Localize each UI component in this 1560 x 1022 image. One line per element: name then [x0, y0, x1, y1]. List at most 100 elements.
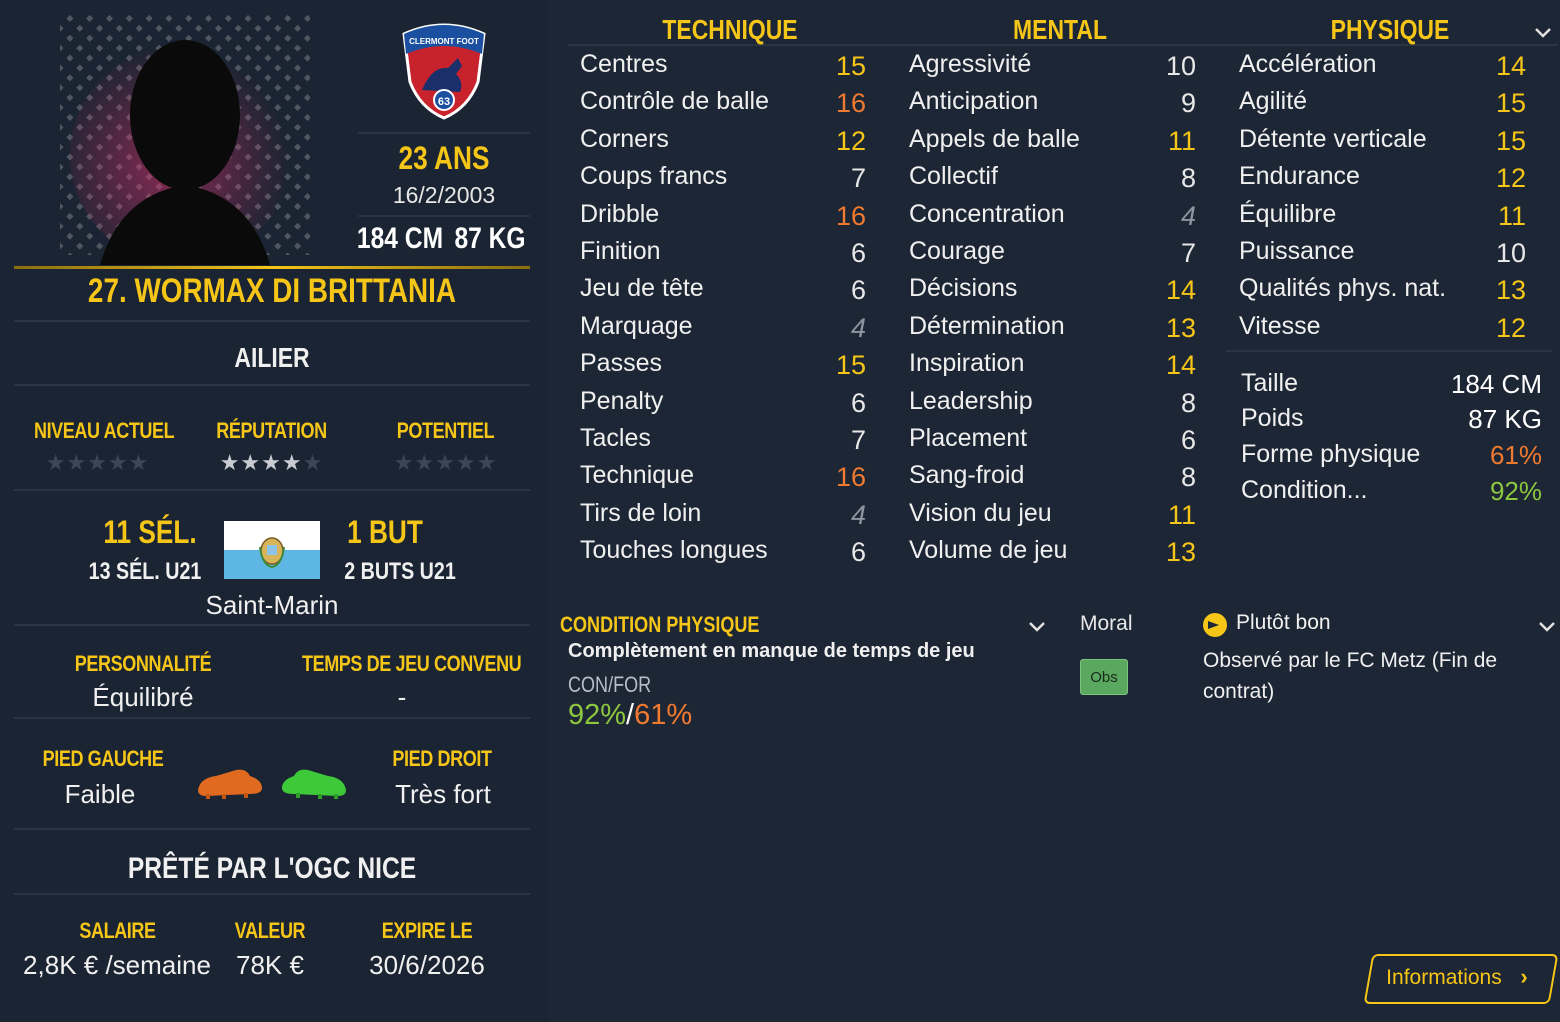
technique-attr-name: Dribble	[580, 200, 660, 228]
personality-value: Équilibré	[92, 682, 194, 712]
technique-attr-name: Tacles	[580, 424, 651, 452]
technique-attr-value: 6	[850, 388, 866, 418]
technique-attr-value: 4	[850, 313, 866, 343]
mental-attr-name: Leadership	[909, 387, 1033, 415]
technique-attr-value: 16	[835, 462, 866, 492]
player-dob: 16/2/2003	[392, 182, 496, 208]
physique-attr-value: 14	[1495, 51, 1526, 81]
mental-header: MENTAL	[1013, 14, 1107, 45]
left-foot-value: Faible	[64, 779, 136, 809]
physique-attr-name: Vitesse	[1239, 312, 1321, 340]
form-value: 61%	[1489, 440, 1542, 470]
club-badge-icon[interactable]: CLERMONT FOOT 63	[398, 20, 490, 120]
mental-attr-name: Placement	[909, 424, 1028, 452]
caps-count: 11 SÉL.	[103, 514, 197, 550]
ratio-slash: /	[626, 699, 635, 731]
technique-attr-value: 16	[835, 88, 866, 118]
mental-attr-name: Collectif	[909, 162, 998, 190]
reputation-label: RÉPUTATION	[216, 418, 327, 443]
technique-attr-value: 12	[835, 126, 866, 156]
right-foot-value: Très fort	[395, 779, 491, 809]
value-label: VALEUR	[234, 918, 306, 943]
informations-button[interactable]: Informations ›	[1363, 954, 1559, 1004]
physique-attr-value: 15	[1495, 126, 1526, 156]
badge-number: 63	[438, 96, 450, 108]
height-value: 184 CM	[1450, 369, 1542, 399]
name-underline	[14, 266, 530, 269]
potential-label: POTENTIEL	[396, 418, 495, 443]
technique-attr-name: Marquage	[580, 312, 693, 340]
loan-status[interactable]: PRÊTÉ PAR L'OGC NICE	[60, 852, 483, 886]
expiry-date: 30/6/2026	[369, 950, 485, 980]
potential-stars: ★★★★★	[393, 450, 498, 475]
player-height: 184 CM	[356, 222, 444, 255]
technique-attr-name: Passes	[580, 349, 662, 377]
mental-attr-name: Inspiration	[909, 349, 1025, 377]
weight-value: 87 KG	[1468, 404, 1542, 434]
technique-attr-name: Coups francs	[580, 162, 728, 190]
technique-attr-name: Centres	[580, 50, 668, 78]
technique-attr-value: 7	[850, 425, 866, 455]
condition-label: Condition...	[1241, 476, 1368, 504]
condition-value: 92%	[1489, 476, 1542, 506]
mental-attr-value: 11	[1167, 126, 1196, 156]
mental-attr-name: Anticipation	[909, 87, 1039, 115]
technique-attr-name: Penalty	[580, 387, 664, 415]
mental-attr-value: 14	[1165, 350, 1196, 380]
player-portrait	[60, 15, 310, 265]
current-ability-stars: ★★★★★	[45, 450, 150, 475]
technique-attr-value: 15	[835, 350, 866, 380]
fitness-ratio-label: CON/FOR	[568, 672, 652, 697]
physique-attr-name: Qualités phys. nat.	[1239, 274, 1447, 302]
mental-attr-value: 14	[1165, 275, 1196, 305]
physique-attr-value: 13	[1495, 275, 1526, 305]
chevron-down-icon[interactable]	[1028, 620, 1046, 634]
morale-face-icon	[1203, 613, 1227, 637]
reputation-stars: ★★★★★	[219, 450, 324, 475]
nation-name[interactable]: Saint-Marin	[172, 590, 372, 621]
mental-attr-name: Concentration	[909, 200, 1065, 228]
technique-header: TECHNIQUE	[662, 14, 798, 45]
mental-attr-value: 9	[1180, 88, 1196, 118]
mental-attr-value: 8	[1180, 388, 1196, 418]
chevron-down-icon[interactable]	[1534, 26, 1552, 40]
salary-value: 2,8K € /semaine	[23, 950, 211, 980]
technique-attr-value: 15	[835, 51, 866, 81]
physique-attr-name: Endurance	[1239, 162, 1360, 190]
weight-label: Poids	[1241, 404, 1304, 432]
fitness-ratio: 92%/61%	[568, 699, 692, 732]
mental-attr-value: 13	[1165, 537, 1196, 567]
right-foot-label: PIED DROIT	[392, 746, 492, 771]
mental-attr-name: Courage	[909, 237, 1005, 265]
mental-attr-value: 4	[1180, 201, 1196, 231]
technique-attr-value: 7	[850, 163, 866, 193]
physique-attr-name: Détente verticale	[1239, 125, 1427, 153]
mental-attr-name: Décisions	[909, 274, 1018, 302]
player-name[interactable]: 27. WORMAX DI BRITTANIA	[60, 272, 483, 311]
physique-attr-value: 10	[1495, 238, 1526, 268]
mental-attr-value: 8	[1180, 462, 1196, 492]
goals-count: 1 BUT	[347, 514, 423, 550]
body-divider	[1226, 350, 1552, 352]
personality-label: PERSONNALITÉ	[74, 651, 212, 676]
san-marino-flag-icon[interactable]	[224, 521, 320, 579]
technique-attr-value: 4	[850, 500, 866, 530]
chevron-down-icon[interactable]	[1538, 620, 1556, 634]
mental-attr-name: Vision du jeu	[909, 499, 1052, 527]
physique-attr-value: 11	[1497, 201, 1526, 231]
technique-attr-name: Jeu de tête	[580, 274, 704, 302]
left-boot-icon	[198, 769, 262, 799]
mental-attr-name: Agressivité	[909, 50, 1032, 78]
technique-attr-name: Contrôle de balle	[580, 87, 770, 115]
technique-attr-name: Corners	[580, 125, 669, 153]
physique-attr-name: Équilibre	[1239, 200, 1337, 228]
mental-attr-name: Détermination	[909, 312, 1065, 340]
physique-header: PHYSIQUE	[1330, 14, 1450, 45]
morale-badge[interactable]: Obs	[1080, 659, 1128, 695]
informations-button-label: Informations	[1386, 966, 1502, 989]
physique-attr-name: Accélération	[1239, 50, 1377, 78]
technique-attr-name: Touches longues	[580, 536, 768, 564]
for-value: 61%	[634, 699, 693, 731]
morale-note: Observé par le FC Metz (Fin de contrat)	[1203, 649, 1498, 703]
caps-u21: 13 SÉL. U21	[88, 558, 202, 585]
